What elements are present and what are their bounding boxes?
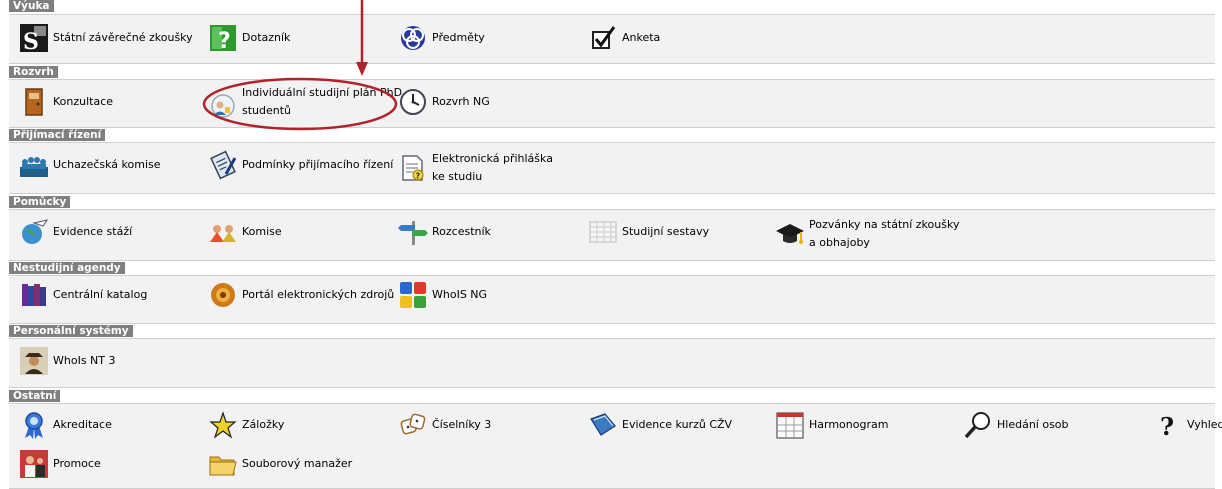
menu-item-label: Záložky — [242, 418, 285, 431]
graduation-ceremony-icon — [19, 449, 49, 479]
section-header-nestudijni-agendy: Nestudijní agendy — [9, 262, 125, 274]
menu-item-label: Portál elektronických zdrojů — [242, 288, 395, 301]
questionnaire-icon: ? — [208, 23, 238, 53]
menu-item-hledani-osob[interactable]: Hledání osob — [963, 409, 1069, 441]
annotation-oval — [202, 77, 398, 131]
star-bookmark-icon — [208, 410, 238, 440]
menu-item-uchazecska-komise[interactable]: Uchazečská komise — [19, 149, 161, 181]
svg-text:?: ? — [1160, 412, 1174, 440]
menu-item-vyhledavani[interactable]: ? Vyhled — [1153, 409, 1222, 441]
menu-item-evidence-kurzu-czv[interactable]: Evidence kurzů CŽV — [588, 409, 732, 441]
menu-item-centralni-katalog[interactable]: Centrální katalog — [19, 279, 147, 311]
menu-item-dotaznik[interactable]: ? Dotazník — [208, 22, 290, 54]
menu-item-label: Promoce — [53, 457, 101, 470]
menu-item-label: Elektronická přihláška ke studiu — [432, 152, 553, 183]
menu-item-label: Předměty — [432, 31, 485, 44]
menu-item-rozcestnik[interactable]: Rozcestník — [398, 216, 491, 248]
menu-item-predmety[interactable]: Předměty — [398, 22, 485, 54]
book-blue-icon — [588, 410, 618, 440]
menu-item-zalozky[interactable]: Záložky — [208, 409, 284, 441]
application-document-icon: ? — [398, 153, 428, 183]
menu-item-souborovy-manazer[interactable]: Souborový manažer — [208, 448, 352, 480]
dice-icon — [398, 410, 428, 440]
graduation-cap-icon — [775, 219, 805, 249]
menu-item-konzultace[interactable]: Konzultace — [19, 86, 113, 118]
menu-item-label: Centrální katalog — [53, 288, 148, 301]
menu-item-label: Komise — [242, 225, 282, 238]
question-mark-icon: ? — [1153, 410, 1183, 440]
menu-item-podminky-prijimaciho-rizeni[interactable]: Podmínky přijímacího řízení — [208, 149, 393, 181]
svg-text:S: S — [23, 29, 39, 53]
subjects-knot-icon — [398, 23, 428, 53]
section-band-rozvrh — [9, 79, 1215, 128]
globe-plane-icon — [19, 217, 49, 247]
group-icon — [208, 217, 238, 247]
svg-text:?: ? — [218, 29, 231, 53]
menu-item-pozvanky-na-statni-zkousky[interactable]: Pozvánky na státní zkoušky a obhajoby — [775, 218, 969, 250]
menu-item-label: Studijní sestavy — [622, 225, 710, 238]
books-icon — [19, 280, 49, 310]
magnifier-icon — [963, 410, 993, 440]
menu-item-label: Rozcestník — [432, 225, 491, 238]
menu-item-label: Vyhled — [1187, 418, 1222, 431]
section-header-pomucky: Pomůcky — [9, 196, 71, 208]
calendar-icon — [775, 410, 805, 440]
section-band-personalni-systemy — [9, 338, 1215, 388]
menu-item-label: WhoIs NT 3 — [53, 354, 116, 367]
section-header-ostatni: Ostatní — [9, 390, 61, 402]
folder-icon — [208, 449, 238, 479]
menu-item-label: Anketa — [622, 31, 661, 44]
menu-item-whois-nt-3[interactable]: WhoIs NT 3 — [19, 345, 116, 377]
menu-item-rozvrh-ng[interactable]: Rozvrh NG — [398, 86, 490, 118]
portal-icon — [208, 280, 238, 310]
menu-item-statni-zaverecne-zkousky[interactable]: S Státní závěrečné zkoušky — [19, 22, 193, 54]
section-header-prijimaci-rizeni: Přijímací řízení — [9, 129, 106, 141]
menu-item-label: Podmínky přijímacího řízení — [242, 158, 394, 171]
menu-item-elektronicka-prihlaska[interactable]: ? Elektronická přihláška ke studiu — [398, 152, 562, 184]
menu-item-label: Akreditace — [53, 418, 112, 431]
menu-item-ciselniky-3[interactable]: Číselníky 3 — [398, 409, 491, 441]
menu-item-promoce[interactable]: Promoce — [19, 448, 101, 480]
menu-item-label: Harmonogram — [809, 418, 889, 431]
committee-people-icon — [19, 150, 49, 180]
section-header-rozvrh: Rozvrh — [9, 66, 58, 78]
menu-item-label: Hledání osob — [997, 418, 1069, 431]
signpost-icon — [398, 217, 428, 247]
menu-item-label: Uchazečská komise — [53, 158, 161, 171]
menu-item-label: Souborový manažer — [242, 457, 353, 470]
menu-item-label: Pozvánky na státní zkoušky a obhajoby — [809, 218, 960, 249]
svg-text:?: ? — [416, 172, 421, 181]
menu-item-komise[interactable]: Komise — [208, 216, 282, 248]
szz-icon: S — [19, 23, 49, 53]
menu-item-harmonogram[interactable]: Harmonogram — [775, 409, 888, 441]
menu-item-label: Evidence stáží — [53, 225, 133, 238]
menu-item-label: Rozvrh NG — [432, 95, 490, 108]
menu-item-label: Dotazník — [242, 31, 291, 44]
door-icon — [19, 87, 49, 117]
menu-item-studijni-sestavy[interactable]: Studijní sestavy — [588, 216, 709, 248]
menu-item-label: WhoIS NG — [432, 288, 488, 301]
annotation-arrow — [356, 0, 368, 76]
section-header-vyuka: Výuka — [9, 0, 54, 12]
section-band-nestudijni-agendy — [9, 275, 1215, 324]
menu-item-akreditace[interactable]: Akreditace — [19, 409, 112, 441]
section-band-prijimaci-rizeni — [9, 142, 1215, 194]
clock-icon — [398, 87, 428, 117]
colored-squares-icon — [398, 280, 428, 310]
menu-item-portal-elektronickych-zdroju[interactable]: Portál elektronických zdrojů — [208, 279, 394, 311]
menu-item-whois-ng[interactable]: WhoIS NG — [398, 279, 487, 311]
menu-item-label: Evidence kurzů CŽV — [622, 418, 733, 431]
person-hat-icon — [19, 346, 49, 376]
report-grid-icon — [588, 217, 618, 247]
menu-item-evidence-stazi[interactable]: Evidence stáží — [19, 216, 132, 248]
menu-item-label: Státní závěrečné zkoušky — [53, 31, 193, 44]
menu-item-label: Číselníky 3 — [432, 418, 492, 431]
section-header-personalni-systemy: Personální systémy — [9, 325, 133, 337]
award-ribbon-icon — [19, 410, 49, 440]
menu-item-label: Konzultace — [53, 95, 114, 108]
checkbox-survey-icon — [588, 23, 618, 53]
clipboard-pen-icon — [208, 150, 238, 180]
menu-item-anketa[interactable]: Anketa — [588, 22, 660, 54]
